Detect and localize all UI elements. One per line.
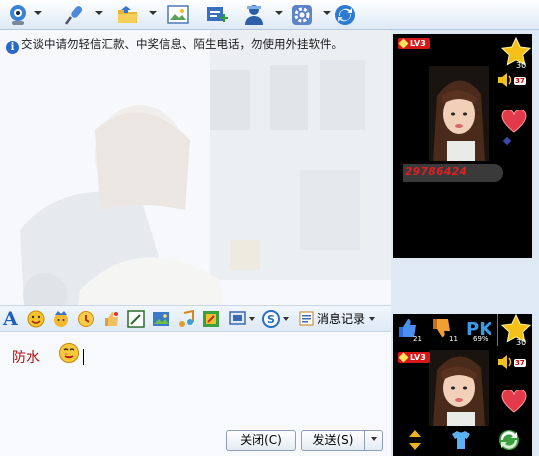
format-toolbar: A S 消息记录 [0,305,391,332]
send-face-icon[interactable] [77,310,95,328]
action-bar: 关闭(C) 发送(S) [0,424,391,456]
level-badge: LV3 [398,352,430,363]
close-button[interactable]: 关闭(C) [226,430,296,451]
user-id: 29786424 [405,166,468,178]
font-icon[interactable]: A [3,308,18,330]
chevron-down-icon[interactable] [34,11,42,15]
chevron-down-icon[interactable] [283,317,289,321]
s-icon[interactable]: S [262,310,280,328]
diamond-icon [502,136,512,146]
folder-button[interactable] [116,2,157,28]
webcam-button[interactable] [6,2,42,28]
send-options-button[interactable] [364,430,383,451]
send-button[interactable]: 发送(S) [301,430,365,451]
resize-arrows-icon[interactable] [403,428,427,452]
picture-icon [167,5,189,24]
security-notice: i 交谈中请勿轻信汇款、中奖信息、陌生电话，勿使用外挂软件。 [6,36,391,54]
chat-panel: i 交谈中请勿轻信汇款、中奖信息、陌生电话，勿使用外挂软件。 A S 消息记录 … [0,30,391,456]
level-badge: LV3 [398,38,430,49]
chevron-down-icon[interactable] [249,317,255,321]
magic-face-icon[interactable] [52,310,70,328]
avatar-photo [429,350,489,426]
show-stats-bar: 21 11 PK 69% 30 [393,314,532,347]
video-show-panel: LV3 30 37 29786424 LV3 37 21 11 PK 69% 3… [391,30,539,456]
smiley-icon[interactable] [27,310,45,328]
svg-text:S: S [267,313,275,326]
star-count: 30 [516,338,527,347]
heart-icon[interactable] [501,390,527,414]
divider [497,314,498,346]
avatar-photo [429,66,489,161]
message-input[interactable]: 防水 [0,332,391,424]
member-icon [245,5,263,25]
picture-button[interactable] [166,2,190,28]
settings-icon [292,5,312,25]
game-icon[interactable] [202,310,220,328]
webcam-icon [10,5,26,25]
member-button[interactable] [242,2,283,28]
dislikes-count: 11 [449,335,458,343]
chevron-down-icon[interactable] [149,11,157,15]
history-label: 消息记录 [317,312,366,326]
picture-icon[interactable] [152,310,170,328]
screenshot-icon[interactable] [127,310,145,328]
speaker-icon[interactable] [497,72,515,88]
input-text[interactable]: 防水 [12,347,40,367]
info-icon: i [6,41,19,54]
chevron-down-icon[interactable] [369,317,376,321]
chat-add-icon [207,7,228,22]
microphone-button[interactable] [62,2,103,28]
speaker-icon[interactable] [497,354,515,370]
speaker-count: 37 [514,77,526,85]
likes-count: 21 [413,335,422,343]
chevron-down-icon[interactable] [275,11,283,15]
show-controls [393,426,532,456]
message-history-button[interactable]: 消息记录 [297,309,376,329]
chevron-down-icon [370,437,377,441]
apps-icon[interactable] [229,310,247,328]
chevron-down-icon[interactable] [323,11,331,15]
chat-add-button[interactable] [204,2,228,28]
heart-icon[interactable] [501,110,527,134]
settings-button[interactable] [290,2,331,28]
chevron-down-icon[interactable] [95,11,103,15]
pk-percent: 69% [473,335,489,343]
drool-face-emoticon [59,343,79,363]
thumb-icon[interactable] [102,310,120,328]
show-panel-top: LV3 30 37 29786424 [393,34,532,258]
speaker-count: 37 [514,359,526,367]
notice-text: 交谈中请勿轻信汇款、中奖信息、陌生电话，勿使用外挂软件。 [21,37,343,51]
star-count: 30 [516,61,527,70]
refresh-icon[interactable] [497,428,521,452]
microphone-icon [64,6,83,25]
refresh-app-icon [335,5,355,25]
folder-icon [118,6,138,23]
music-icon[interactable] [177,310,195,328]
text-caret [83,349,84,365]
toolbar [0,0,539,30]
history-icon [299,311,314,326]
tshirt-icon[interactable] [449,428,473,452]
refresh-app-button[interactable] [333,2,357,28]
